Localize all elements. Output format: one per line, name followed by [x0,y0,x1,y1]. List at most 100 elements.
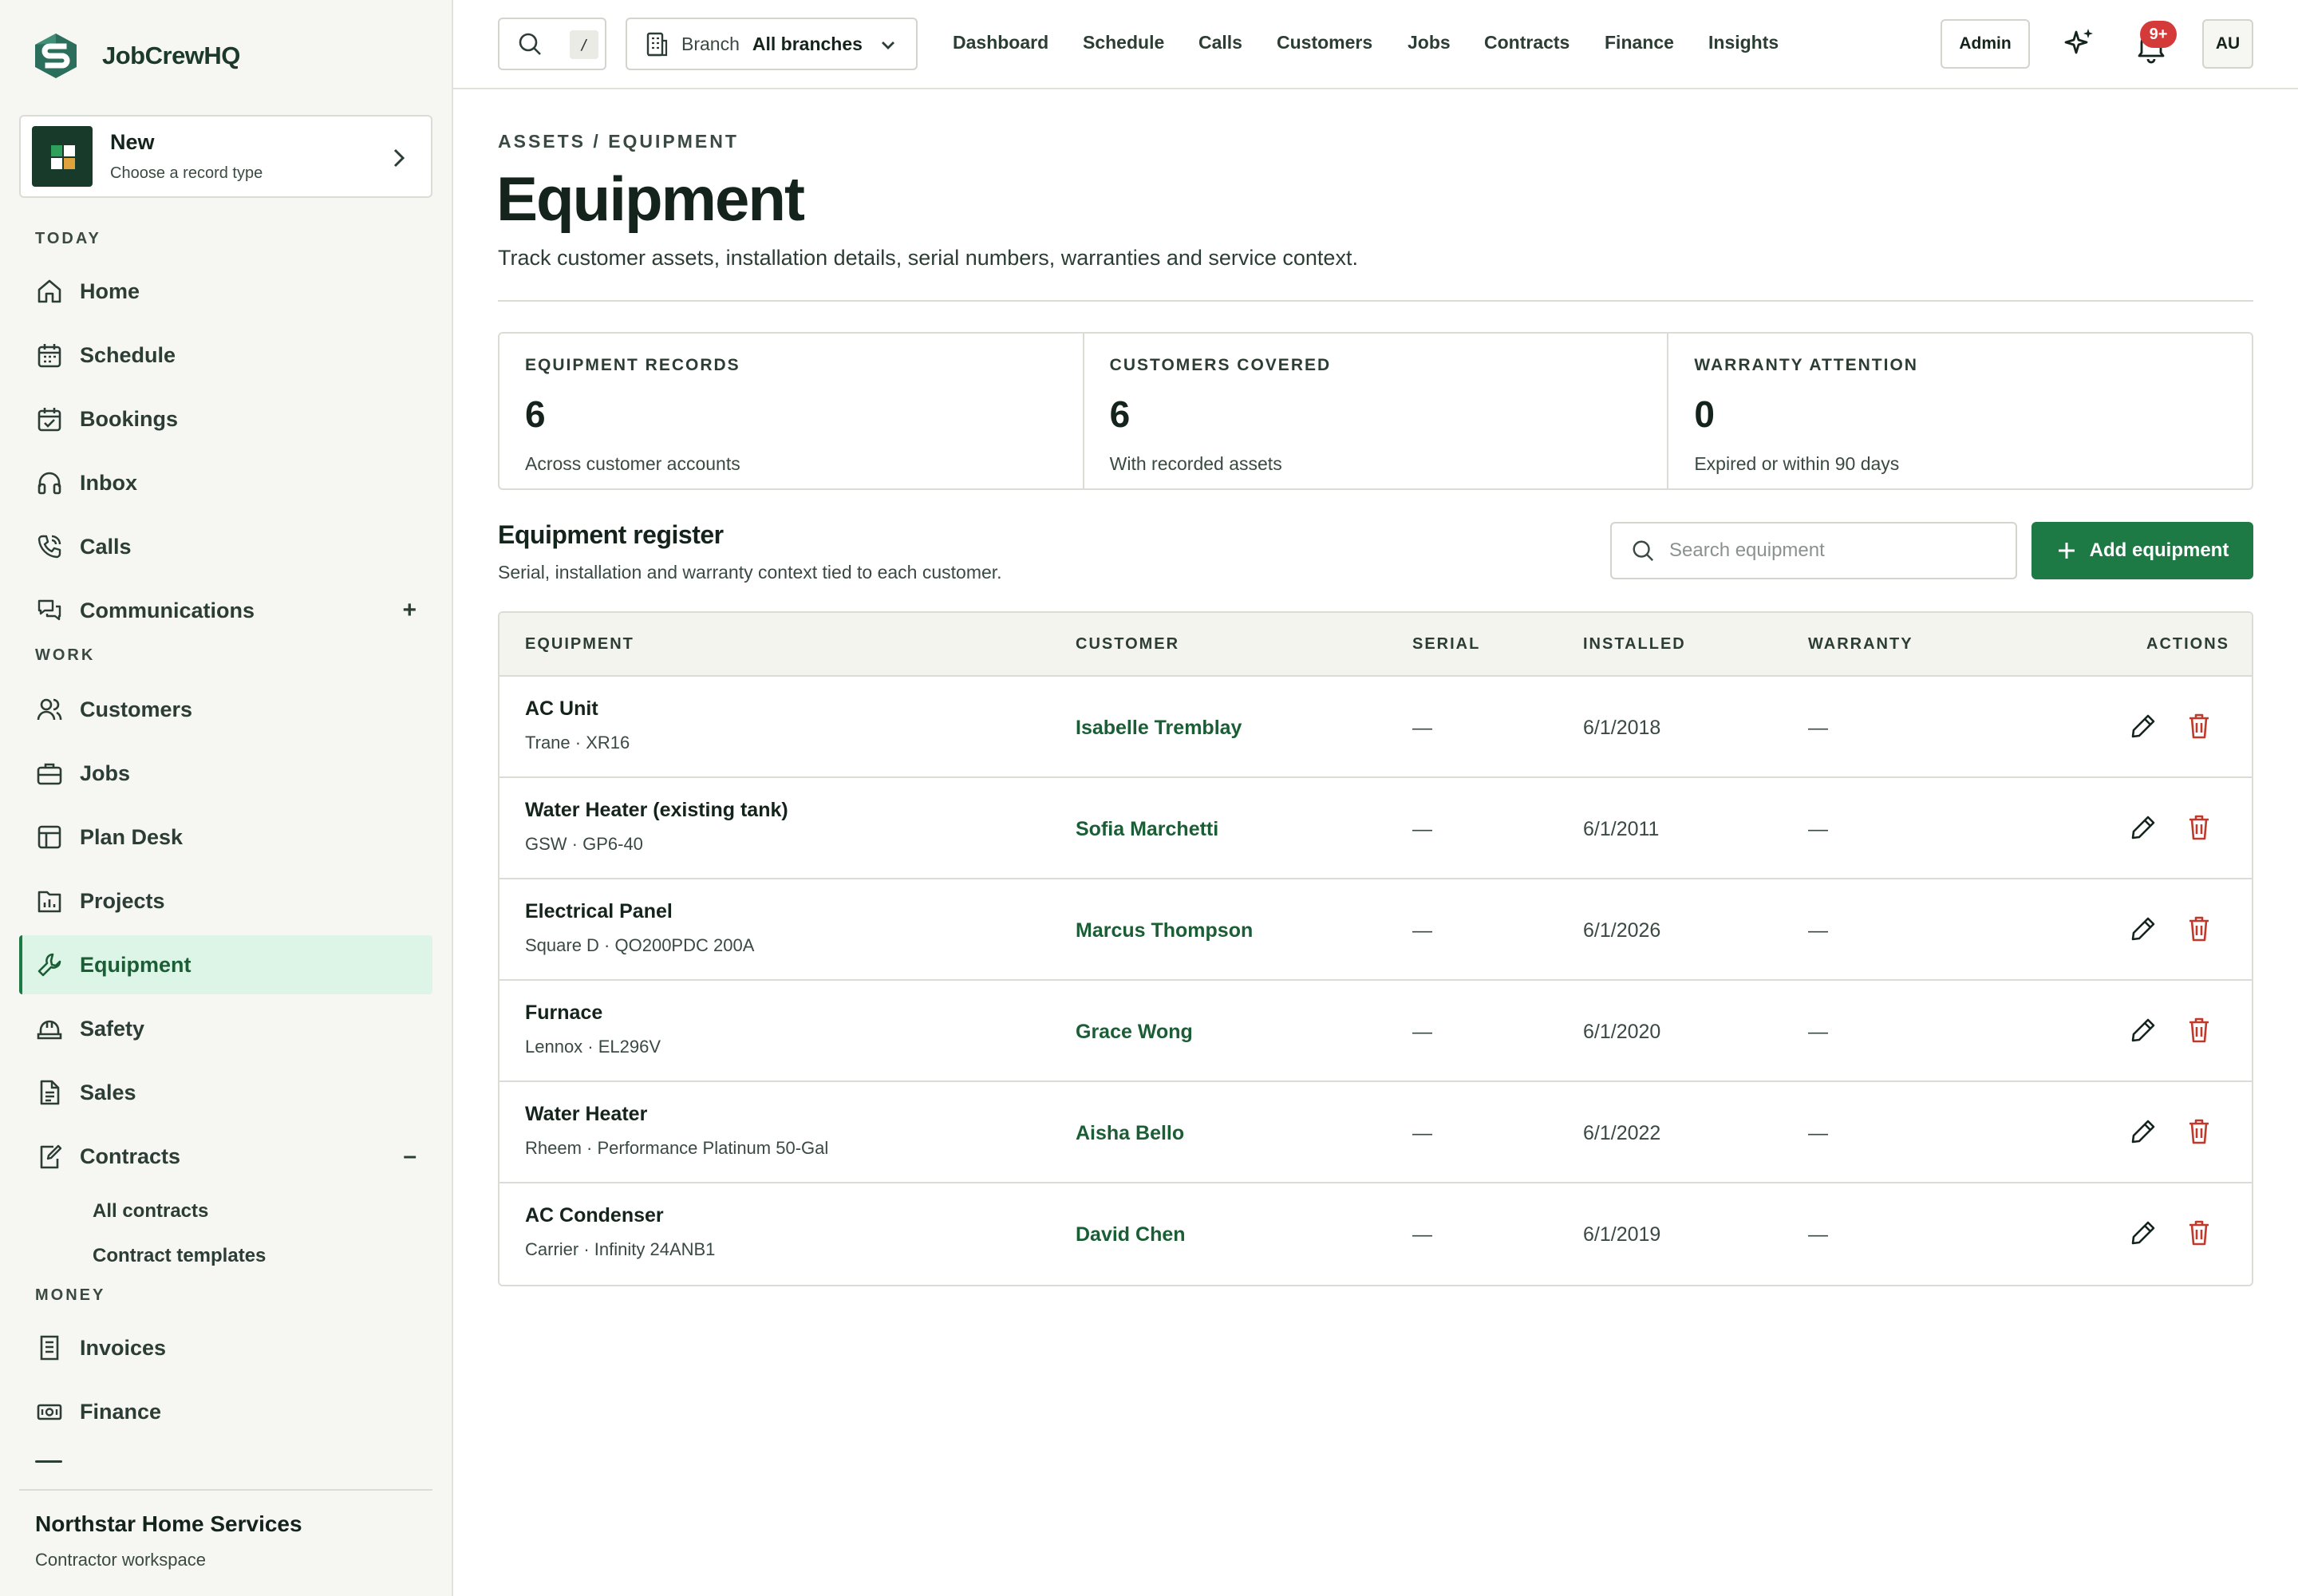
sidebar-item-label: Invoices [80,1335,167,1360]
calendar-icon [35,341,64,369]
page-subtitle: Track customer assets, installation deta… [498,246,1358,270]
stat-label: CUSTOMERS COVERED [1109,356,1332,374]
topnav-dashboard[interactable]: Dashboard [953,32,1048,53]
contract-edit-icon [35,1142,64,1171]
sidebar-item-plan-desk[interactable]: Plan Desk [19,808,432,867]
brand[interactable]: JobCrewHQ [32,32,240,80]
sidebar-subitem-all-contracts[interactable]: All contracts [93,1200,208,1223]
trash-icon[interactable] [2186,1016,2212,1045]
serial-value: — [1412,818,1432,840]
equipment-table: EQUIPMENT CUSTOMER SERIAL INSTALLED WARR… [498,611,2253,1286]
customer-link[interactable]: Sofia Marchetti [1076,818,1218,841]
customer-link[interactable]: David Chen [1076,1223,1186,1246]
sidebar-item-calls[interactable]: Calls [19,517,432,576]
trash-icon[interactable] [2186,915,2212,943]
collapse-toggle[interactable]: – [403,1143,417,1170]
chat-bubbles-icon [35,596,64,625]
serial-value: — [1412,1021,1432,1043]
equipment-name: AC Unit [525,697,598,720]
trash-icon[interactable] [2186,1219,2212,1247]
pencil-icon[interactable] [2129,1016,2158,1045]
customer-link[interactable]: Grace Wong [1076,1021,1193,1044]
table-row: Water Heater (existing tank) GSW · GP6-4… [499,778,2252,879]
topnav-calls[interactable]: Calls [1198,32,1242,53]
branch-select[interactable]: Branch All branches [626,18,918,70]
sidebar-item-invoices[interactable]: Invoices [19,1318,432,1377]
chevron-down-icon [882,41,894,49]
trash-icon[interactable] [2186,712,2212,741]
add-equipment-button[interactable]: Add equipment [2031,522,2253,579]
topnav-contracts[interactable]: Contracts [1484,32,1570,53]
sidebar-item-communications[interactable]: Communications + [19,581,432,640]
sidebar-item-equipment[interactable]: Equipment [19,935,432,994]
topnav-finance[interactable]: Finance [1605,32,1674,53]
sidebar-item-home[interactable]: Home [19,262,432,321]
section-work: WORK [35,646,96,664]
workspace-switcher[interactable]: Northstar Home Services Contractor works… [19,1489,432,1570]
register-subtitle: Serial, installation and warranty contex… [498,562,1002,583]
divider [498,300,2253,302]
warranty-value: — [1808,1122,1828,1144]
document-icon [35,1078,64,1107]
breadcrumb: ASSETS / EQUIPMENT [498,131,739,152]
users-icon [35,695,64,724]
admin-button[interactable]: Admin [1941,19,2030,69]
sidebar-item-finance[interactable]: Finance [19,1382,432,1441]
page-title: Equipment [496,164,805,234]
expand-toggle[interactable]: + [402,597,417,624]
warranty-value: — [1808,919,1828,942]
pencil-icon[interactable] [2129,1117,2158,1146]
sparkle-icon[interactable] [2062,26,2097,61]
calendar-check-icon [35,405,64,433]
equipment-model: Rheem · Performance Platinum 50-Gal [525,1138,829,1158]
new-record-button[interactable]: New Choose a record type [19,115,432,198]
installed-date: 6/1/2018 [1583,717,1661,739]
search-equipment-input[interactable] [1669,539,2004,562]
topnav-customers[interactable]: Customers [1277,32,1372,53]
topnav-schedule[interactable]: Schedule [1083,32,1164,53]
sidebar-item-sales[interactable]: Sales [19,1063,432,1122]
trash-icon[interactable] [2186,1117,2212,1146]
pencil-icon[interactable] [2129,813,2158,842]
sidebar-item-label: Customers [80,697,193,721]
sidebar-item-projects[interactable]: Projects [19,871,432,930]
sidebar-item-jobs[interactable]: Jobs [19,744,432,803]
section-money: MONEY [35,1286,106,1304]
table-row: AC Condenser Carrier · Infinity 24ANB1 D… [499,1183,2252,1285]
equipment-model: Trane · XR16 [525,733,630,753]
table-row: Electrical Panel Square D · QO200PDC 200… [499,879,2252,981]
equipment-name: Electrical Panel [525,900,673,922]
customer-link[interactable]: Marcus Thompson [1076,919,1253,942]
logo-icon [35,34,77,78]
customer-link[interactable]: Aisha Bello [1076,1122,1184,1145]
global-search-button[interactable]: / [498,18,606,70]
sidebar-item-contracts[interactable]: Contracts – [19,1127,432,1186]
topbar: / Branch All branches Dashboard Schedule… [453,0,2298,89]
sidebar-item-safety[interactable]: Safety [19,999,432,1058]
equipment-search[interactable] [1610,522,2017,579]
topnav-jobs[interactable]: Jobs [1408,32,1451,53]
shortcut-key: / [570,30,598,59]
topnav-insights[interactable]: Insights [1708,32,1779,53]
installed-date: 6/1/2026 [1583,919,1661,942]
sidebar-item-bookings[interactable]: Bookings [19,389,432,448]
pencil-icon[interactable] [2129,915,2158,943]
installed-date: 6/1/2019 [1583,1223,1661,1246]
pencil-icon[interactable] [2129,712,2158,741]
brand-name: JobCrewHQ [102,41,240,69]
sidebar-item-schedule[interactable]: Schedule [19,326,432,385]
sidebar-item-inbox[interactable]: Inbox [19,453,432,512]
sidebar-item-customers[interactable]: Customers [19,680,432,739]
sidebar-item-label: Equipment [80,952,192,977]
sidebar-subitem-contract-templates[interactable]: Contract templates [93,1245,266,1267]
home-icon [35,277,64,306]
trash-icon[interactable] [2186,813,2212,842]
branch-value: All branches [752,33,863,54]
branch-label: Branch [681,33,740,54]
serial-value: — [1412,1122,1432,1144]
scroll-cutoff-icon [35,1460,62,1463]
avatar[interactable]: AU [2202,19,2253,69]
pencil-icon[interactable] [2129,1219,2158,1247]
customer-link[interactable]: Isabelle Tremblay [1076,717,1242,740]
installed-date: 6/1/2022 [1583,1122,1661,1144]
